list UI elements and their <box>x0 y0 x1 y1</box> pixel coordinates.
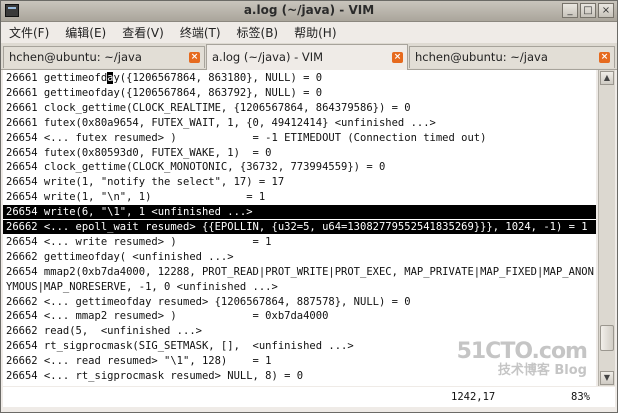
tab-vim-a-log[interactable]: a.log (~/java) - VIM × <box>206 44 408 70</box>
buffer-line-cursor: 26661 gettimeofday({1206567864, 863180},… <box>6 71 596 85</box>
buffer-line: 26654 futex(0x80593d0, FUTEX_WAKE, 1) = … <box>6 146 272 159</box>
menu-bar: 文件(F) 编辑(E) 查看(V) 终端(T) 标签(B) 帮助(H) <box>1 22 617 42</box>
scroll-up-icon[interactable]: ▲ <box>600 71 614 85</box>
scrollbar-thumb[interactable] <box>600 325 614 351</box>
tab-terminal-1[interactable]: hchen@ubuntu: ~/java × <box>3 46 205 68</box>
buffer-line: 26662 gettimeofday( <unfinished ...> <box>6 250 234 263</box>
buffer-line: 26654 write(1, "\n", 1) = 1 <box>6 191 266 204</box>
buffer-line: 26662 <... epoll_wait resumed> {{EPOLLIN… <box>3 220 596 234</box>
watermark-bottom: 技术博客 Blog <box>497 363 587 378</box>
minimize-button[interactable]: _ <box>562 3 578 18</box>
tab-close-icon[interactable]: × <box>392 52 403 63</box>
buffer-line: 26661 futex(0x80a9654, FUTEX_WAIT, 1, {0… <box>6 116 436 129</box>
window-title: a.log (~/java) - VIM <box>243 3 375 17</box>
menu-terminal[interactable]: 终端(T) <box>178 23 223 42</box>
buffer-line: 26654 <... futex resumed> ) = -1 ETIMEDO… <box>6 131 487 144</box>
menu-edit[interactable]: 编辑(E) <box>63 23 108 42</box>
menu-tabs[interactable]: 标签(B) <box>235 23 281 42</box>
buffer-line: YMOUS|MAP_NORESERVE, -1, 0 <unfinished .… <box>6 280 278 293</box>
buffer-line: 26661 gettimeofday({1206567864, 863792},… <box>6 86 323 99</box>
menu-view[interactable]: 查看(V) <box>120 23 166 42</box>
buffer-line: 26654 write(6, "\1", 1 <unfinished ...> <box>3 205 596 220</box>
title-bar[interactable]: a.log (~/java) - VIM _ □ × <box>1 1 617 22</box>
cursor-position: 1242,17 <box>451 391 496 403</box>
vim-terminal-window: a.log (~/java) - VIM _ □ × 文件(F) 编辑(E) 查… <box>0 0 618 413</box>
cursor-line-after: y({1206567864, 863180}, NULL) = 0 <box>113 72 323 84</box>
close-button[interactable]: × <box>598 3 614 18</box>
tab-close-icon[interactable]: × <box>189 52 200 63</box>
buffer-line: 26654 <... write resumed> ) = 1 <box>6 235 272 248</box>
tab-close-icon[interactable]: × <box>599 52 610 63</box>
menu-help[interactable]: 帮助(H) <box>292 23 338 42</box>
buffer-line: 26662 write(1, "select return", 13 <unfi… <box>6 384 596 386</box>
window-controls: _ □ × <box>562 3 614 18</box>
buffer-line: 26654 write(1, "notify the select", 17) … <box>6 176 285 189</box>
tab-label: hchen@ubuntu: ~/java <box>415 50 548 64</box>
cursor-line-before: 26661 gettimeofd <box>6 72 108 84</box>
vertical-scrollbar[interactable]: ▲ ▼ <box>598 70 615 386</box>
tab-terminal-2[interactable]: hchen@ubuntu: ~/java × <box>409 46 615 68</box>
vim-status-line: 1242,17 83% <box>3 387 615 407</box>
scroll-down-icon[interactable]: ▼ <box>600 371 614 385</box>
menu-file[interactable]: 文件(F) <box>7 23 51 42</box>
watermark-logo: 51CTO.com 技术博客 Blog <box>456 339 588 379</box>
tab-bar: hchen@ubuntu: ~/java × a.log (~/java) - … <box>1 43 617 70</box>
tab-label: hchen@ubuntu: ~/java <box>9 50 142 64</box>
buffer-line: 26654 clock_gettime(CLOCK_MONOTONIC, {36… <box>6 161 386 174</box>
buffer-line: 26662 <... gettimeofday resumed> {120656… <box>6 295 411 308</box>
buffer-line: 26654 <... mmap2 resumed> ) = 0xb7da4000 <box>6 310 329 323</box>
buffer-line: 26662 read(5, <unfinished ...> <box>6 325 202 338</box>
tab-label: a.log (~/java) - VIM <box>212 50 324 64</box>
buffer-line: 26661 clock_gettime(CLOCK_REALTIME, {120… <box>6 101 411 114</box>
watermark-top: 51CTO.com <box>456 339 588 364</box>
scroll-percent: 83% <box>571 391 590 403</box>
maximize-button[interactable]: □ <box>580 3 596 18</box>
buffer-line: 26654 mmap2(0xb7da4000, 12288, PROT_READ… <box>6 265 594 278</box>
